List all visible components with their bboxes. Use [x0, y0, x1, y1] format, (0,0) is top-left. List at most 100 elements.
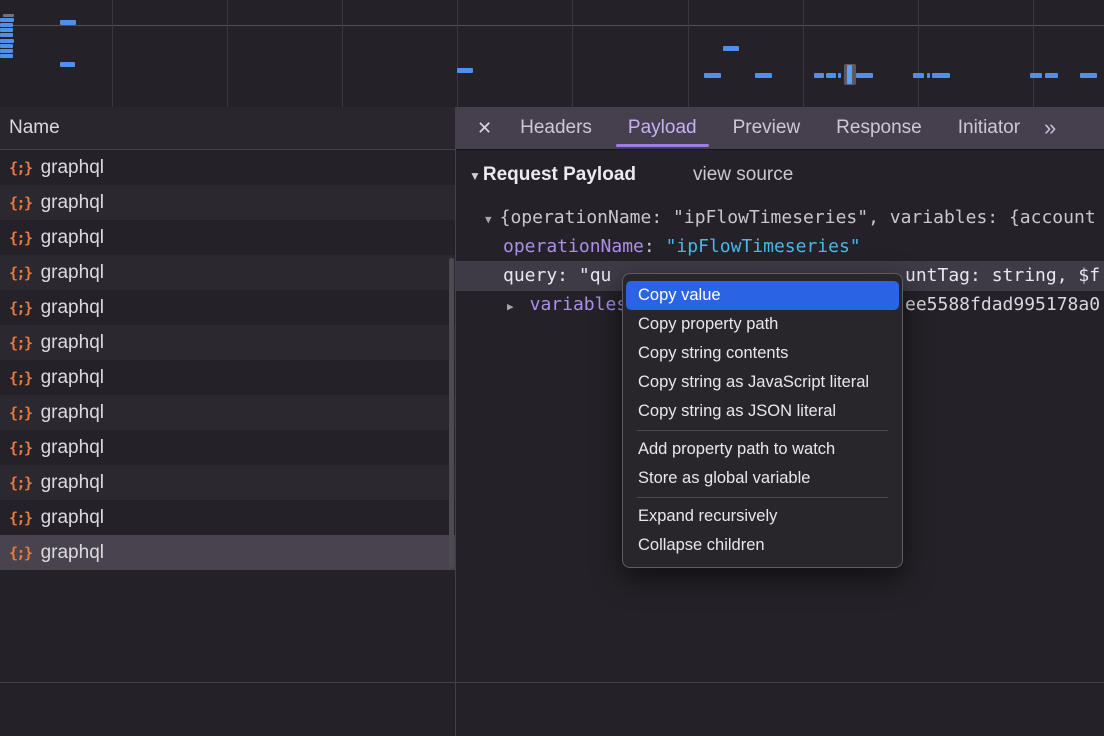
network-request-row[interactable]: {;}graphql [0, 535, 455, 570]
tab-response[interactable]: Response [818, 107, 940, 149]
detail-tabs-bar: ✕ HeadersPayloadPreviewResponseInitiator… [456, 107, 1104, 150]
network-request-row[interactable]: {;} graphql [0, 255, 455, 290]
request-payload-title: Request Payload [483, 164, 636, 186]
request-timing-bar [0, 44, 13, 48]
menu-item-collapse-children[interactable]: Collapse children [623, 531, 902, 560]
network-request-row[interactable]: {;}graphql [0, 395, 455, 430]
request-timing-bar [3, 14, 14, 17]
request-name: graphql [41, 157, 104, 179]
overview-gridline [1033, 0, 1034, 107]
request-timing-bar [0, 54, 13, 58]
network-overview-timeline[interactable] [0, 0, 1104, 108]
property-value-string: "ipFlowTimeseries" [666, 236, 861, 257]
expand-triangle-icon[interactable]: ▶ [507, 300, 514, 313]
network-request-list: {;} graphql {;} graphql {;} graphql {;} graphql… [0, 150, 456, 736]
overview-gridline [572, 0, 573, 107]
request-timing-bar [457, 68, 473, 73]
menu-item-store-as-global-variable[interactable]: Store as global variable [623, 464, 902, 493]
overview-gridline [227, 0, 228, 107]
key-value-separator: : [644, 236, 666, 257]
scrollbar-thumb[interactable] [449, 258, 454, 568]
menu-item-copy-string-contents[interactable]: Copy string contents [623, 339, 902, 368]
menu-item-add-property-path-to-watch[interactable]: Add property path to watch [623, 435, 902, 464]
network-request-row[interactable]: {;} graphql [0, 220, 455, 255]
request-timing-bar [0, 23, 13, 27]
network-request-row[interactable]: {;}graphql [0, 290, 455, 325]
json-braces-icon: {;} [9, 544, 32, 562]
network-request-row[interactable]: {;} graphql [0, 430, 455, 465]
name-column-header[interactable]: Name [0, 107, 456, 150]
menu-divider [637, 497, 888, 498]
request-timing-bar [755, 73, 772, 78]
payload-root-row[interactable]: ▼ {operationName: "ipFlowTimeseries", var… [456, 204, 1104, 232]
menu-divider [637, 430, 888, 431]
request-timing-bar [1045, 73, 1058, 78]
request-timing-bar [838, 73, 841, 78]
payload-root-preview: {operationName: "ipFlowTimeseries", vari… [500, 207, 1096, 228]
network-request-row[interactable]: {;} graphql [0, 465, 455, 500]
overview-midline [0, 25, 1104, 26]
overview-gridline [457, 0, 458, 107]
menu-item-copy-property-path[interactable]: Copy property path [623, 310, 902, 339]
collapse-triangle-icon[interactable]: ▼ [469, 169, 481, 183]
request-timing-bar [0, 28, 13, 32]
network-request-row[interactable]: {;} graphql [0, 500, 455, 535]
request-timing-bar [932, 73, 950, 78]
tab-payload[interactable]: Payload [610, 107, 715, 149]
request-name: graphql [41, 367, 104, 389]
request-name: graphql [41, 507, 104, 529]
network-request-row[interactable]: {;} graphql [0, 150, 455, 185]
menu-item-copy-string-as-json-literal[interactable]: Copy string as JSON literal [623, 397, 902, 426]
json-braces-icon: {;} [9, 264, 32, 282]
overview-gridline [688, 0, 689, 107]
request-timing-bar [856, 73, 873, 78]
more-tabs-icon[interactable]: » [1044, 108, 1056, 148]
devtools-network-panel: Name ✕ HeadersPayloadPreviewResponseInit… [0, 0, 1104, 736]
overview-gridline [112, 0, 113, 107]
request-name: graphql [41, 262, 104, 284]
payload-operationname-row[interactable]: operationName: "ipFlowTimeseries" [456, 233, 1104, 261]
close-icon[interactable]: ✕ [477, 118, 492, 139]
expand-triangle-icon[interactable]: ▼ [485, 213, 492, 226]
request-timing-bar [826, 73, 836, 78]
query-value-left-fragment: query: "qu [503, 265, 611, 286]
tab-initiator[interactable]: Initiator [940, 107, 1038, 149]
network-request-row[interactable]: {;}graphql [0, 185, 455, 220]
json-braces-icon: {;} [9, 509, 32, 527]
json-braces-icon: {;} [9, 194, 32, 212]
json-braces-icon: {;} [9, 474, 32, 492]
menu-item-copy-value[interactable]: Copy value [626, 281, 899, 310]
footer-divider [0, 682, 1104, 683]
json-braces-icon: {;} [9, 229, 32, 247]
request-timing-bar [0, 49, 13, 53]
menu-item-expand-recursively[interactable]: Expand recursively [623, 502, 902, 531]
request-timing-bar [1030, 73, 1042, 78]
tab-headers[interactable]: Headers [502, 107, 610, 149]
menu-item-copy-string-as-javascript-literal[interactable]: Copy string as JavaScript literal [623, 368, 902, 397]
request-timing-bar [704, 73, 721, 78]
request-timing-bar [60, 62, 75, 67]
name-column-label: Name [9, 117, 60, 138]
view-source-link[interactable]: view source [693, 164, 793, 186]
request-payload-section-header: ▼ Request Payload view source [469, 164, 793, 186]
tab-preview[interactable]: Preview [715, 107, 819, 149]
request-name: graphql [41, 227, 104, 249]
json-braces-icon: {;} [9, 334, 32, 352]
network-request-row[interactable]: {;} graphql [0, 360, 455, 395]
request-name: graphql [41, 472, 104, 494]
context-menu: Copy valueCopy property pathCopy string … [622, 273, 903, 568]
overview-gridline [803, 0, 804, 107]
json-braces-icon: {;} [9, 404, 32, 422]
json-braces-icon: {;} [9, 299, 32, 317]
network-request-row[interactable]: {;}graphql [0, 325, 455, 360]
property-key: variables [530, 294, 628, 315]
request-timing-bar [0, 33, 13, 37]
json-braces-icon: {;} [9, 439, 32, 457]
hover-marker-bar [847, 65, 852, 84]
json-braces-icon: {;} [9, 369, 32, 387]
request-timing-bar [927, 73, 930, 78]
request-name: graphql [41, 437, 104, 459]
request-timing-bar [1080, 73, 1097, 78]
query-value-right-fragment: untTag: string, $f [905, 261, 1100, 291]
json-braces-icon: {;} [9, 159, 32, 177]
